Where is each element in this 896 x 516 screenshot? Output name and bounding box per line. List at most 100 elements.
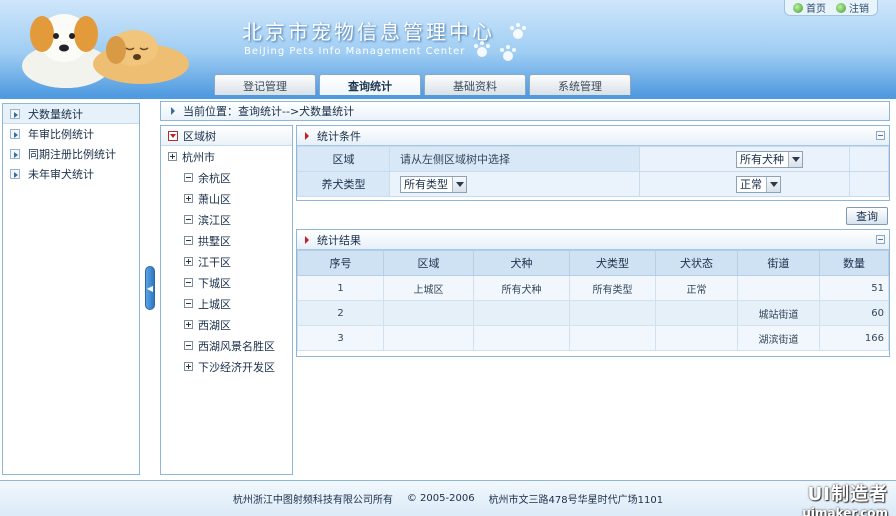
home-link-label: 首页 [806, 4, 826, 15]
tree-node-hangzhou[interactable]: 杭州市 [161, 146, 292, 167]
leaf-node-icon [184, 215, 193, 224]
expand-plus-icon[interactable] [184, 362, 193, 371]
footer-copyright: © 2005-2006 [406, 493, 475, 504]
cell-status [655, 300, 738, 326]
sidebar-item-label: 年审比例统计 [28, 128, 94, 141]
tree-node-xiasha[interactable]: 下沙经济开发区 [161, 356, 292, 377]
breed-select[interactable]: 所有犬种 [736, 150, 803, 168]
site-title: 北京市宠物信息管理中心 [242, 20, 495, 44]
region-tree-header[interactable]: 区域树 [161, 126, 292, 146]
cell-no: 1 [297, 275, 384, 301]
tree-node-west-lake-scenic[interactable]: 西湖风景名胜区 [161, 335, 292, 356]
tree-node-label: 滨江区 [198, 213, 231, 227]
tree-node-label: 下城区 [198, 276, 231, 290]
main-nav: 登记管理 查询统计 基础资料 系统管理 [214, 74, 631, 97]
region-label: 区域 [297, 146, 390, 172]
footer: 杭州浙江中图射频科技有限公司所有 © 2005-2006 杭州市文三路478号华… [0, 480, 896, 516]
tab-base-data[interactable]: 基础资料 [424, 74, 526, 96]
collapse-toggle-icon [168, 130, 178, 141]
left-sidebar: 犬数量统计 年审比例统计 同期注册比例统计 未年审犬统计 [2, 103, 140, 475]
cell-street [737, 275, 820, 301]
sidebar-item-registration-ratio[interactable]: 同期注册比例统计 [3, 144, 139, 164]
minimize-icon[interactable] [876, 235, 885, 244]
sidebar-item-label: 未年审犬统计 [28, 168, 94, 181]
query-button[interactable]: 查询 [846, 207, 888, 225]
breadcrumb: 当前位置：查询统计-->犬数量统计 [160, 101, 890, 121]
cell-region: 上城区 [383, 275, 474, 301]
logout-link-label: 注销 [849, 4, 869, 15]
tree-node-xiacheng[interactable]: 下城区 [161, 272, 292, 293]
home-icon [793, 2, 803, 13]
footer-company: 杭州浙江中图射频科技有限公司所有 [232, 495, 393, 506]
expand-plus-icon[interactable] [184, 194, 193, 203]
paw-print-icon [474, 23, 526, 61]
arrow-right-icon [10, 169, 20, 179]
tree-node-gongshu[interactable]: 拱墅区 [161, 230, 292, 251]
tree-node-yuhang[interactable]: 余杭区 [161, 167, 292, 188]
tree-node-label: 上城区 [198, 297, 231, 311]
puppies-logo-image [22, 14, 189, 88]
minimize-icon[interactable] [876, 131, 885, 140]
expand-plus-icon[interactable] [168, 152, 177, 161]
top-links: 首页 注销 [784, 0, 878, 16]
sidebar-item-dog-count[interactable]: 犬数量统计 [3, 104, 139, 124]
leaf-node-icon [184, 341, 193, 350]
cell-status [655, 325, 738, 351]
results-table: 序号 区域 犬种 犬类型 犬状态 街道 数量 1 上城区 所有犬种 所有类型 正… [297, 250, 889, 351]
logout-link[interactable]: 注销 [836, 1, 869, 15]
cell-status: 正常 [655, 275, 738, 301]
sidebar-collapse-handle[interactable]: ◀ [145, 266, 155, 310]
dog-status-select[interactable]: 正常 [736, 175, 781, 193]
conditions-panel: 统计条件 区域 请从左侧区域树中选择 所有犬种 养犬类型 所有类型 正常 [296, 125, 890, 201]
results-panel-header: 统计结果 [297, 230, 889, 250]
tab-system-admin[interactable]: 系统管理 [529, 74, 631, 96]
tree-node-shangcheng[interactable]: 上城区 [161, 293, 292, 314]
footer-address: 杭州市文三路478号华星时代广场1101 [488, 495, 664, 506]
tree-node-jianggan[interactable]: 江干区 [161, 251, 292, 272]
tree-node-xihu[interactable]: 西湖区 [161, 314, 292, 335]
site-subtitle: BeiJing Pets Info Management Center [244, 46, 466, 57]
dog-type-select-value: 所有类型 [404, 178, 448, 191]
home-link[interactable]: 首页 [793, 1, 826, 15]
dog-type-label: 养犬类型 [297, 171, 390, 197]
empty-cell [849, 171, 889, 197]
column-header: 犬种 [473, 250, 570, 276]
chevron-down-icon [788, 151, 802, 167]
sidebar-item-annual-review-ratio[interactable]: 年审比例统计 [3, 124, 139, 144]
cell-type [569, 300, 656, 326]
column-header: 犬状态 [655, 250, 738, 276]
cell-count: 60 [819, 300, 889, 326]
region-tree-title: 区域树 [183, 129, 216, 143]
tree-node-binjiang[interactable]: 滨江区 [161, 209, 292, 230]
conditions-panel-title: 统计条件 [317, 129, 361, 143]
status-cell: 正常 [639, 171, 850, 197]
cell-street: 湖滨街道 [737, 325, 820, 351]
leaf-node-icon [184, 236, 193, 245]
logout-icon [836, 2, 846, 13]
sidebar-item-unreviewed-dogs[interactable]: 未年审犬统计 [3, 164, 139, 184]
chevron-left-icon: ◀ [146, 283, 154, 293]
watermark: UI制造者 uimaker.com [792, 480, 888, 516]
chevron-down-icon [766, 176, 780, 192]
tree-node-label: 西湖区 [198, 318, 231, 332]
sidebar-item-label: 犬数量统计 [28, 107, 83, 121]
tab-registration[interactable]: 登记管理 [214, 74, 316, 96]
chevron-down-icon [452, 176, 466, 192]
tree-node-label: 余杭区 [198, 171, 231, 185]
leaf-node-icon [184, 173, 193, 182]
tree-node-xiaoshan[interactable]: 萧山区 [161, 188, 292, 209]
expand-plus-icon[interactable] [184, 257, 193, 266]
column-header: 街道 [737, 250, 820, 276]
tree-node-label: 下沙经济开发区 [198, 360, 275, 374]
dog-type-select[interactable]: 所有类型 [400, 175, 467, 193]
tab-query-stats[interactable]: 查询统计 [319, 74, 421, 97]
cell-count: 51 [819, 275, 889, 301]
arrow-right-icon [10, 149, 20, 159]
table-row: 3 湖滨街道 166 [297, 325, 889, 351]
expand-plus-icon[interactable] [184, 320, 193, 329]
cell-region [383, 300, 474, 326]
arrow-right-icon [10, 129, 20, 139]
tree-node-label: 杭州市 [182, 150, 215, 164]
tree-node-label: 拱墅区 [198, 234, 231, 248]
breed-cell: 所有犬种 [639, 146, 850, 172]
